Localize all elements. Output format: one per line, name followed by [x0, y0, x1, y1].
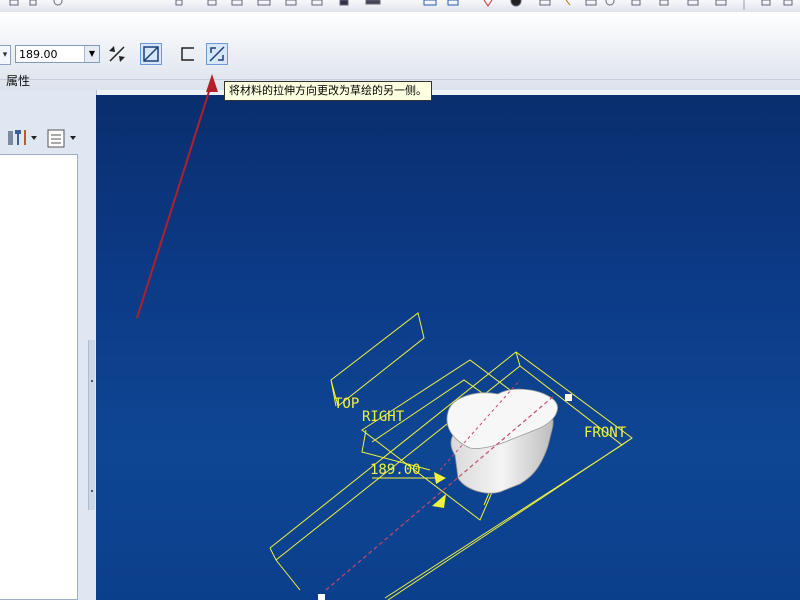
depth-value-text: 189.00: [19, 48, 58, 61]
toolbar-icon: [715, 0, 727, 6]
toolbar-icon: [783, 0, 793, 6]
flip-material-side-icon: [209, 46, 225, 62]
toolbar-icon: [510, 0, 522, 7]
remove-material-icon: [143, 46, 159, 62]
toolbar-icon: [339, 0, 349, 6]
extrude-dashboard: ▾ 189.00 ▼ 属性: [0, 12, 800, 90]
graphics-viewport[interactable]: 189.00 TOP RIGHT FRONT: [96, 95, 800, 600]
thicken-sketch-button[interactable]: [178, 43, 200, 65]
toolbar-icon: [659, 0, 669, 6]
tooltip: 将材料的拉伸方向更改为草绘的另一侧。: [224, 81, 432, 101]
datum-label-top: TOP: [334, 396, 359, 412]
toolbar-icon: [257, 0, 271, 6]
toolbar-icon: [29, 0, 37, 6]
depth-value-field[interactable]: 189.00 ▼: [15, 45, 100, 63]
remove-material-button[interactable]: [140, 43, 162, 65]
toolbar-icon: [761, 0, 771, 6]
toolbar-icon: [483, 0, 493, 7]
toolbar-icon: [175, 0, 183, 6]
model-tree-panel: [0, 90, 97, 600]
splitter-grip: [91, 490, 93, 492]
model-tree-toolbar: [0, 126, 86, 150]
toolbar-icon: [9, 0, 19, 6]
datum-label-front: FRONT: [584, 425, 627, 441]
toolbar-icon: [365, 0, 381, 5]
dashboard-separator: [0, 79, 800, 80]
toolbar-icon: [539, 0, 551, 6]
panel-splitter[interactable]: [88, 340, 95, 510]
model-tree[interactable]: [0, 154, 78, 600]
depth-drag-handle: [434, 472, 446, 484]
chevron-down-icon: [31, 136, 37, 140]
toolbar-icon: [605, 0, 615, 6]
thicken-sketch-icon: [181, 47, 194, 61]
toolbar-icon: [631, 0, 641, 6]
tab-properties[interactable]: 属性: [6, 72, 30, 89]
datum-label-right: RIGHT: [362, 409, 405, 425]
toolbar-icon: [565, 0, 571, 6]
flip-depth-direction-button[interactable]: [106, 43, 128, 65]
flip-direction-icon: [109, 46, 125, 62]
show-icon: [47, 129, 65, 148]
extruded-body: [446, 388, 558, 494]
top-datum-plane: [330, 312, 425, 407]
toolbar-icon: [231, 0, 243, 6]
toolbar-icon: [311, 0, 323, 6]
splitter-grip: [91, 380, 93, 382]
drag-handle[interactable]: [318, 594, 325, 600]
toolbar-icon: [687, 0, 699, 6]
depth-dropdown-arrow[interactable]: ▼: [84, 46, 99, 62]
settings-icon: [8, 130, 26, 145]
direction-arrow: [432, 494, 446, 508]
toolbar-icon: [53, 0, 63, 6]
chevron-down-icon: [70, 136, 76, 140]
depth-option-dropdown[interactable]: ▾: [0, 45, 11, 65]
toolbar-icon: [447, 0, 459, 6]
toolbar-icons: [9, 0, 793, 10]
flip-material-side-button[interactable]: [206, 43, 228, 65]
toolbar-icon: [585, 0, 597, 6]
toolbar-icon: [423, 0, 437, 6]
toolbar-icon: [285, 0, 297, 6]
drag-handle[interactable]: [565, 394, 572, 401]
toolbar-icon: [207, 0, 217, 6]
dimension-value[interactable]: 189.00: [370, 462, 421, 478]
